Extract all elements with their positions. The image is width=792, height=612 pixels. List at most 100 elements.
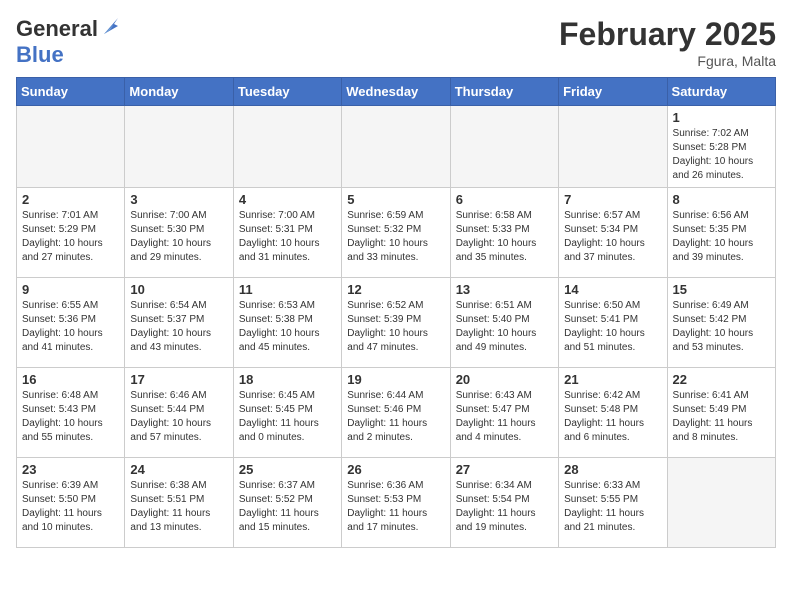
day-header-thursday: Thursday xyxy=(450,78,558,106)
day-info: Sunrise: 6:53 AM Sunset: 5:38 PM Dayligh… xyxy=(239,299,336,355)
day-info: Sunrise: 6:34 AM Sunset: 5:54 PM Dayligh… xyxy=(456,479,553,535)
day-number: 7 xyxy=(564,192,661,207)
day-info: Sunrise: 6:41 AM Sunset: 5:49 PM Dayligh… xyxy=(673,389,770,445)
calendar-cell xyxy=(342,106,450,188)
logo-icon xyxy=(100,16,122,38)
calendar-cell: 13Sunrise: 6:51 AM Sunset: 5:40 PM Dayli… xyxy=(450,278,558,368)
day-info: Sunrise: 7:00 AM Sunset: 5:30 PM Dayligh… xyxy=(130,209,227,265)
day-info: Sunrise: 7:02 AM Sunset: 5:28 PM Dayligh… xyxy=(673,127,770,183)
calendar-week-1: 1 Sunrise: 7:02 AM Sunset: 5:28 PM Daylig… xyxy=(17,106,776,188)
day-number: 28 xyxy=(564,462,661,477)
title-block: February 2025 Fgura, Malta xyxy=(559,16,776,69)
logo-general-text: General xyxy=(16,16,98,42)
calendar-cell: 26 Sunrise: 6:36 AM Sunset: 5:53 PM Dayli… xyxy=(342,458,450,548)
calendar-cell: 15 Sunrise: 6:49 AM Sunset: 5:42 PM Dayli… xyxy=(667,278,775,368)
page-header: General Blue February 2025 Fgura, Malta xyxy=(16,16,776,69)
day-header-monday: Monday xyxy=(125,78,233,106)
month-title: February 2025 xyxy=(559,16,776,53)
day-header-wednesday: Wednesday xyxy=(342,78,450,106)
day-info: Sunrise: 7:00 AM Sunset: 5:31 PM Dayligh… xyxy=(239,209,336,265)
day-info: Sunrise: 6:58 AM Sunset: 5:33 PM Dayligh… xyxy=(456,209,553,265)
day-info: Sunrise: 6:48 AM Sunset: 5:43 PM Dayligh… xyxy=(22,389,119,445)
calendar-cell: 14 Sunrise: 6:50 AM Sunset: 5:41 PM Dayli… xyxy=(559,278,667,368)
day-info: Sunrise: 6:52 AM Sunset: 5:39 PM Dayligh… xyxy=(347,299,444,355)
day-number: 3 xyxy=(130,192,227,207)
calendar-cell: 9Sunrise: 6:55 AM Sunset: 5:36 PM Daylig… xyxy=(17,278,125,368)
day-info: Sunrise: 7:01 AM Sunset: 5:29 PM Dayligh… xyxy=(22,209,119,265)
day-number: 5 xyxy=(347,192,444,207)
day-info: Sunrise: 6:49 AM Sunset: 5:42 PM Dayligh… xyxy=(673,299,770,355)
day-number: 20 xyxy=(456,372,553,387)
day-number: 22 xyxy=(673,372,770,387)
day-info: Sunrise: 6:42 AM Sunset: 5:48 PM Dayligh… xyxy=(564,389,661,445)
calendar-cell: 7 Sunrise: 6:57 AM Sunset: 5:34 PM Daylig… xyxy=(559,188,667,278)
calendar-header-row: SundayMondayTuesdayWednesdayThursdayFrid… xyxy=(17,78,776,106)
day-info: Sunrise: 6:44 AM Sunset: 5:46 PM Dayligh… xyxy=(347,389,444,445)
day-number: 8 xyxy=(673,192,770,207)
calendar-cell: 17 Sunrise: 6:46 AM Sunset: 5:44 PM Dayli… xyxy=(125,368,233,458)
calendar-cell xyxy=(17,106,125,188)
calendar-cell: 23Sunrise: 6:39 AM Sunset: 5:50 PM Dayli… xyxy=(17,458,125,548)
day-info: Sunrise: 6:33 AM Sunset: 5:55 PM Dayligh… xyxy=(564,479,661,535)
calendar-cell: 25Sunrise: 6:37 AM Sunset: 5:52 PM Dayli… xyxy=(233,458,341,548)
calendar-cell xyxy=(233,106,341,188)
logo-blue-text: Blue xyxy=(16,42,64,67)
calendar-cell: 20 Sunrise: 6:43 AM Sunset: 5:47 PM Dayli… xyxy=(450,368,558,458)
calendar-week-5: 23Sunrise: 6:39 AM Sunset: 5:50 PM Dayli… xyxy=(17,458,776,548)
calendar-cell: 16 Sunrise: 6:48 AM Sunset: 5:43 PM Dayli… xyxy=(17,368,125,458)
day-info: Sunrise: 6:59 AM Sunset: 5:32 PM Dayligh… xyxy=(347,209,444,265)
logo: General Blue xyxy=(16,16,122,68)
day-number: 2 xyxy=(22,192,119,207)
day-number: 11 xyxy=(239,282,336,297)
calendar-table: SundayMondayTuesdayWednesdayThursdayFrid… xyxy=(16,77,776,548)
day-header-friday: Friday xyxy=(559,78,667,106)
day-info: Sunrise: 6:46 AM Sunset: 5:44 PM Dayligh… xyxy=(130,389,227,445)
calendar-cell: 2 Sunrise: 7:01 AM Sunset: 5:29 PM Daylig… xyxy=(17,188,125,278)
day-number: 25 xyxy=(239,462,336,477)
calendar-week-4: 16 Sunrise: 6:48 AM Sunset: 5:43 PM Dayli… xyxy=(17,368,776,458)
day-info: Sunrise: 6:36 AM Sunset: 5:53 PM Dayligh… xyxy=(347,479,444,535)
calendar-cell: 3 Sunrise: 7:00 AM Sunset: 5:30 PM Daylig… xyxy=(125,188,233,278)
day-number: 14 xyxy=(564,282,661,297)
day-number: 4 xyxy=(239,192,336,207)
day-number: 1 xyxy=(673,110,770,125)
calendar-cell: 21 Sunrise: 6:42 AM Sunset: 5:48 PM Dayli… xyxy=(559,368,667,458)
day-number: 9 xyxy=(22,282,119,297)
calendar-cell: 1 Sunrise: 7:02 AM Sunset: 5:28 PM Daylig… xyxy=(667,106,775,188)
calendar-cell: 5 Sunrise: 6:59 AM Sunset: 5:32 PM Daylig… xyxy=(342,188,450,278)
day-number: 26 xyxy=(347,462,444,477)
calendar-cell: 4 Sunrise: 7:00 AM Sunset: 5:31 PM Daylig… xyxy=(233,188,341,278)
day-info: Sunrise: 6:38 AM Sunset: 5:51 PM Dayligh… xyxy=(130,479,227,535)
calendar-cell xyxy=(667,458,775,548)
calendar-cell: 19 Sunrise: 6:44 AM Sunset: 5:46 PM Dayli… xyxy=(342,368,450,458)
calendar-cell: 28 Sunrise: 6:33 AM Sunset: 5:55 PM Dayli… xyxy=(559,458,667,548)
day-header-tuesday: Tuesday xyxy=(233,78,341,106)
day-info: Sunrise: 6:57 AM Sunset: 5:34 PM Dayligh… xyxy=(564,209,661,265)
calendar-cell: 24 Sunrise: 6:38 AM Sunset: 5:51 PM Dayli… xyxy=(125,458,233,548)
calendar-week-3: 9Sunrise: 6:55 AM Sunset: 5:36 PM Daylig… xyxy=(17,278,776,368)
day-number: 6 xyxy=(456,192,553,207)
calendar-cell: 18Sunrise: 6:45 AM Sunset: 5:45 PM Dayli… xyxy=(233,368,341,458)
calendar-cell xyxy=(559,106,667,188)
day-number: 13 xyxy=(456,282,553,297)
day-number: 10 xyxy=(130,282,227,297)
day-info: Sunrise: 6:50 AM Sunset: 5:41 PM Dayligh… xyxy=(564,299,661,355)
calendar-cell: 10 Sunrise: 6:54 AM Sunset: 5:37 PM Dayli… xyxy=(125,278,233,368)
day-number: 12 xyxy=(347,282,444,297)
day-info: Sunrise: 6:56 AM Sunset: 5:35 PM Dayligh… xyxy=(673,209,770,265)
calendar-cell: 12 Sunrise: 6:52 AM Sunset: 5:39 PM Dayli… xyxy=(342,278,450,368)
location: Fgura, Malta xyxy=(559,53,776,69)
day-number: 27 xyxy=(456,462,553,477)
calendar-cell: 8 Sunrise: 6:56 AM Sunset: 5:35 PM Daylig… xyxy=(667,188,775,278)
day-info: Sunrise: 6:43 AM Sunset: 5:47 PM Dayligh… xyxy=(456,389,553,445)
day-info: Sunrise: 6:54 AM Sunset: 5:37 PM Dayligh… xyxy=(130,299,227,355)
day-number: 24 xyxy=(130,462,227,477)
calendar-cell xyxy=(450,106,558,188)
day-header-sunday: Sunday xyxy=(17,78,125,106)
day-number: 21 xyxy=(564,372,661,387)
day-number: 15 xyxy=(673,282,770,297)
day-number: 19 xyxy=(347,372,444,387)
day-number: 16 xyxy=(22,372,119,387)
day-number: 17 xyxy=(130,372,227,387)
day-number: 18 xyxy=(239,372,336,387)
